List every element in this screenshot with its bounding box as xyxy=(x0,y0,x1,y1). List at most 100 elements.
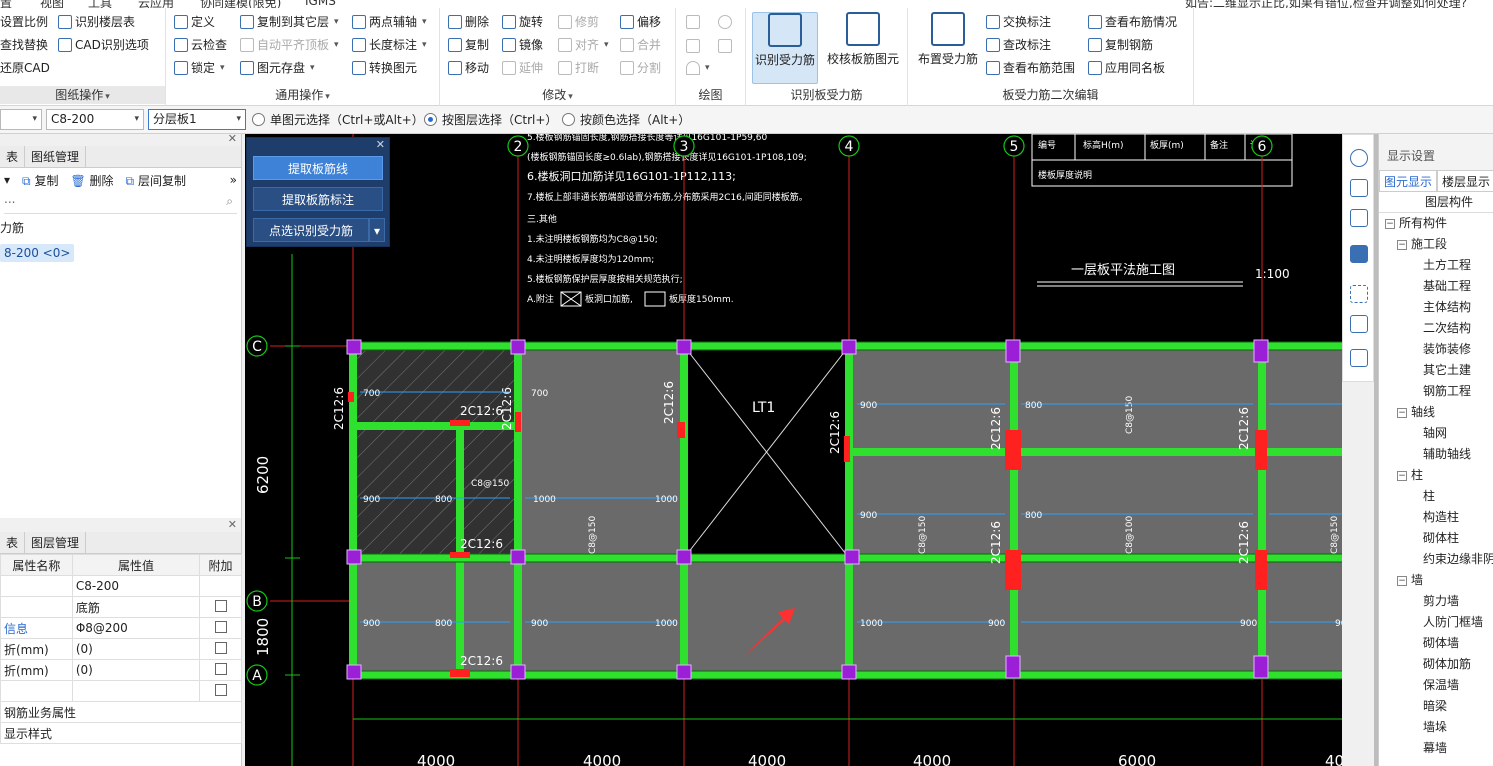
restore-cad-button[interactable]: 还原CAD xyxy=(0,58,50,78)
identify-floor-table-button[interactable]: 识别楼层表 xyxy=(58,12,135,32)
menu-item[interactable]: 工具 xyxy=(88,0,112,8)
component-type-combo[interactable]: ▾ xyxy=(0,109,42,130)
copy-button[interactable]: 复制 xyxy=(448,35,489,55)
tree-item[interactable]: − 施工段 xyxy=(1379,234,1493,255)
trim-button[interactable]: 修剪 xyxy=(558,12,599,32)
property-value[interactable] xyxy=(71,680,201,702)
tab-drawing-management[interactable]: 图纸管理 xyxy=(25,146,87,167)
fit-view-icon[interactable] xyxy=(1350,285,1368,303)
tree-item[interactable]: 主体结构 xyxy=(1379,297,1493,318)
extra-checkbox[interactable] xyxy=(214,683,227,696)
cad-options-button[interactable]: CAD识别选项 xyxy=(58,35,149,55)
swap-annotation-button[interactable]: 交换标注 xyxy=(986,12,1051,32)
tree-item[interactable]: 人防门框墙 xyxy=(1379,612,1493,633)
two-point-axis-button[interactable]: 两点辅轴 xyxy=(352,12,427,32)
auto-flush-slab-button[interactable]: 自动平齐顶板 xyxy=(240,35,339,55)
table-row[interactable]: 底筋 xyxy=(0,596,242,618)
cloud-check-button[interactable]: 云检查 xyxy=(174,35,227,55)
chevron-down-icon[interactable]: ▾ xyxy=(369,218,385,242)
offset-button[interactable]: 偏移 xyxy=(620,12,661,32)
close-icon[interactable]: ✕ xyxy=(228,132,237,145)
tree-item[interactable]: 剪力墙 xyxy=(1379,591,1493,612)
slab-region[interactable] xyxy=(353,346,518,558)
apply-same-slab-button[interactable]: 应用同名板 xyxy=(1088,58,1165,78)
tree-item[interactable]: 土方工程 xyxy=(1379,255,1493,276)
extra-checkbox[interactable] xyxy=(214,662,227,675)
menu-item[interactable]: 协同建模(限免) xyxy=(200,0,281,8)
close-icon[interactable]: ✕ xyxy=(376,138,385,151)
tree-item-selected[interactable]: 8-200 <0> xyxy=(0,243,241,264)
tree-item[interactable]: 构造柱 xyxy=(1379,507,1493,528)
extra-checkbox[interactable] xyxy=(214,641,227,654)
tree-item[interactable]: 砌体柱 xyxy=(1379,528,1493,549)
property-value[interactable]: (0) xyxy=(71,638,201,660)
extract-rebar-line-button[interactable]: 提取板筋线 xyxy=(253,156,383,180)
list-view-icon[interactable] xyxy=(1350,349,1368,367)
table-row[interactable]: 钢筋业务属性 xyxy=(0,701,242,723)
break-button[interactable]: 打断 xyxy=(558,58,599,78)
extend-button[interactable]: 延伸 xyxy=(502,58,543,78)
collapse-icon[interactable]: − xyxy=(1397,407,1407,418)
element-save-button[interactable]: 图元存盘 xyxy=(240,58,315,78)
property-value[interactable]: Φ8@200 xyxy=(71,617,201,639)
cad-drawing-canvas[interactable]: 5.楼板钢筋锚固长度,钢筋搭接长度等详见16G101-1P59,60 (楼板钢筋… xyxy=(245,134,1342,766)
point-identify-rebar-button[interactable]: 点选识别受力筋 xyxy=(253,218,369,242)
draw-arc-button[interactable] xyxy=(686,58,710,78)
table-row[interactable]: 信息 Φ8@200 xyxy=(0,617,242,639)
check-slab-rebar-button[interactable]: 校核板筋图元 xyxy=(824,12,902,84)
edit-annotation-button[interactable]: 查改标注 xyxy=(986,35,1051,55)
draw-rotate-point-button[interactable] xyxy=(718,12,732,32)
tree-item[interactable]: 暗梁 xyxy=(1379,696,1493,717)
cad-drawing[interactable]: 5.楼板钢筋锚固长度,钢筋搭接长度等详见16G101-1P59,60 (楼板钢筋… xyxy=(245,134,1342,766)
tab-properties[interactable]: 表 xyxy=(0,532,26,553)
group-title-modify[interactable]: 修改 xyxy=(440,86,675,104)
table-row[interactable]: 折(mm) (0) xyxy=(0,659,242,681)
tree-item[interactable]: − 轴线 xyxy=(1379,402,1493,423)
extra-checkbox[interactable] xyxy=(214,620,227,633)
tree-item[interactable]: 幕墙 xyxy=(1379,738,1493,759)
more-icon[interactable]: » xyxy=(230,173,237,187)
extra-checkbox[interactable] xyxy=(214,599,227,612)
draw-rect-button[interactable] xyxy=(718,36,732,56)
single-select-radio[interactable]: 单图元选择（Ctrl+或Alt+） xyxy=(252,111,424,128)
table-row[interactable]: 折(mm) (0) xyxy=(0,638,242,660)
property-group[interactable]: 显示样式 xyxy=(0,722,242,744)
merge-button[interactable]: 合并 xyxy=(620,35,661,55)
tree-item[interactable]: 装饰装修 xyxy=(1379,339,1493,360)
group-title-general-ops[interactable]: 通用操作 xyxy=(166,86,439,104)
slab-region[interactable] xyxy=(518,346,684,558)
tree-item[interactable]: − 墙 xyxy=(1379,570,1493,591)
layer-combo[interactable]: 分层板1 ▾ xyxy=(148,109,246,130)
orbit-icon[interactable] xyxy=(1350,149,1368,167)
tree-item[interactable]: 砌体墙 xyxy=(1379,633,1493,654)
menu-item[interactable]: 视图 xyxy=(40,0,64,8)
align-button[interactable]: 对齐 xyxy=(558,35,609,55)
menu-item[interactable]: 置 xyxy=(0,0,12,8)
layer-select-radio[interactable]: 按图层选择（Ctrl+） xyxy=(424,111,557,128)
copy-to-layer-button[interactable]: 复制到其它层 xyxy=(240,12,339,32)
tab-element-display[interactable]: 图元显示 xyxy=(1379,170,1438,191)
chevron-down-icon[interactable]: ▾ xyxy=(4,173,10,187)
3d-view-icon[interactable] xyxy=(1350,179,1368,197)
cube-solid-icon[interactable] xyxy=(1350,245,1368,263)
table-row[interactable]: C8-200 xyxy=(0,575,242,597)
tree-item[interactable]: 二次结构 xyxy=(1379,318,1493,339)
convert-element-button[interactable]: 转换图元 xyxy=(352,58,417,78)
copy-rebar-button[interactable]: 复制钢筋 xyxy=(1088,35,1153,55)
collapse-icon[interactable]: − xyxy=(1397,239,1407,250)
collapse-icon[interactable]: − xyxy=(1397,470,1407,481)
find-replace-button[interactable]: 查找替换 xyxy=(0,35,48,55)
table-row[interactable] xyxy=(0,680,242,702)
tree-item[interactable]: 基础工程 xyxy=(1379,276,1493,297)
menu-item[interactable]: IGMS xyxy=(305,0,336,8)
mirror-button[interactable]: 镜像 xyxy=(502,35,543,55)
tree-item[interactable]: 钢筋工程 xyxy=(1379,381,1493,402)
tree-item[interactable]: 轴网 xyxy=(1379,423,1493,444)
tree-item[interactable]: 墙垛 xyxy=(1379,717,1493,738)
cube-icon[interactable] xyxy=(1350,209,1368,227)
tab-floor-display[interactable]: 楼层显示 xyxy=(1437,170,1493,191)
box-select-icon[interactable] xyxy=(1350,315,1368,333)
table-row[interactable]: 显示样式 xyxy=(0,722,242,744)
close-icon[interactable]: ✕ xyxy=(228,518,237,531)
define-button[interactable]: 定义 xyxy=(174,12,215,32)
